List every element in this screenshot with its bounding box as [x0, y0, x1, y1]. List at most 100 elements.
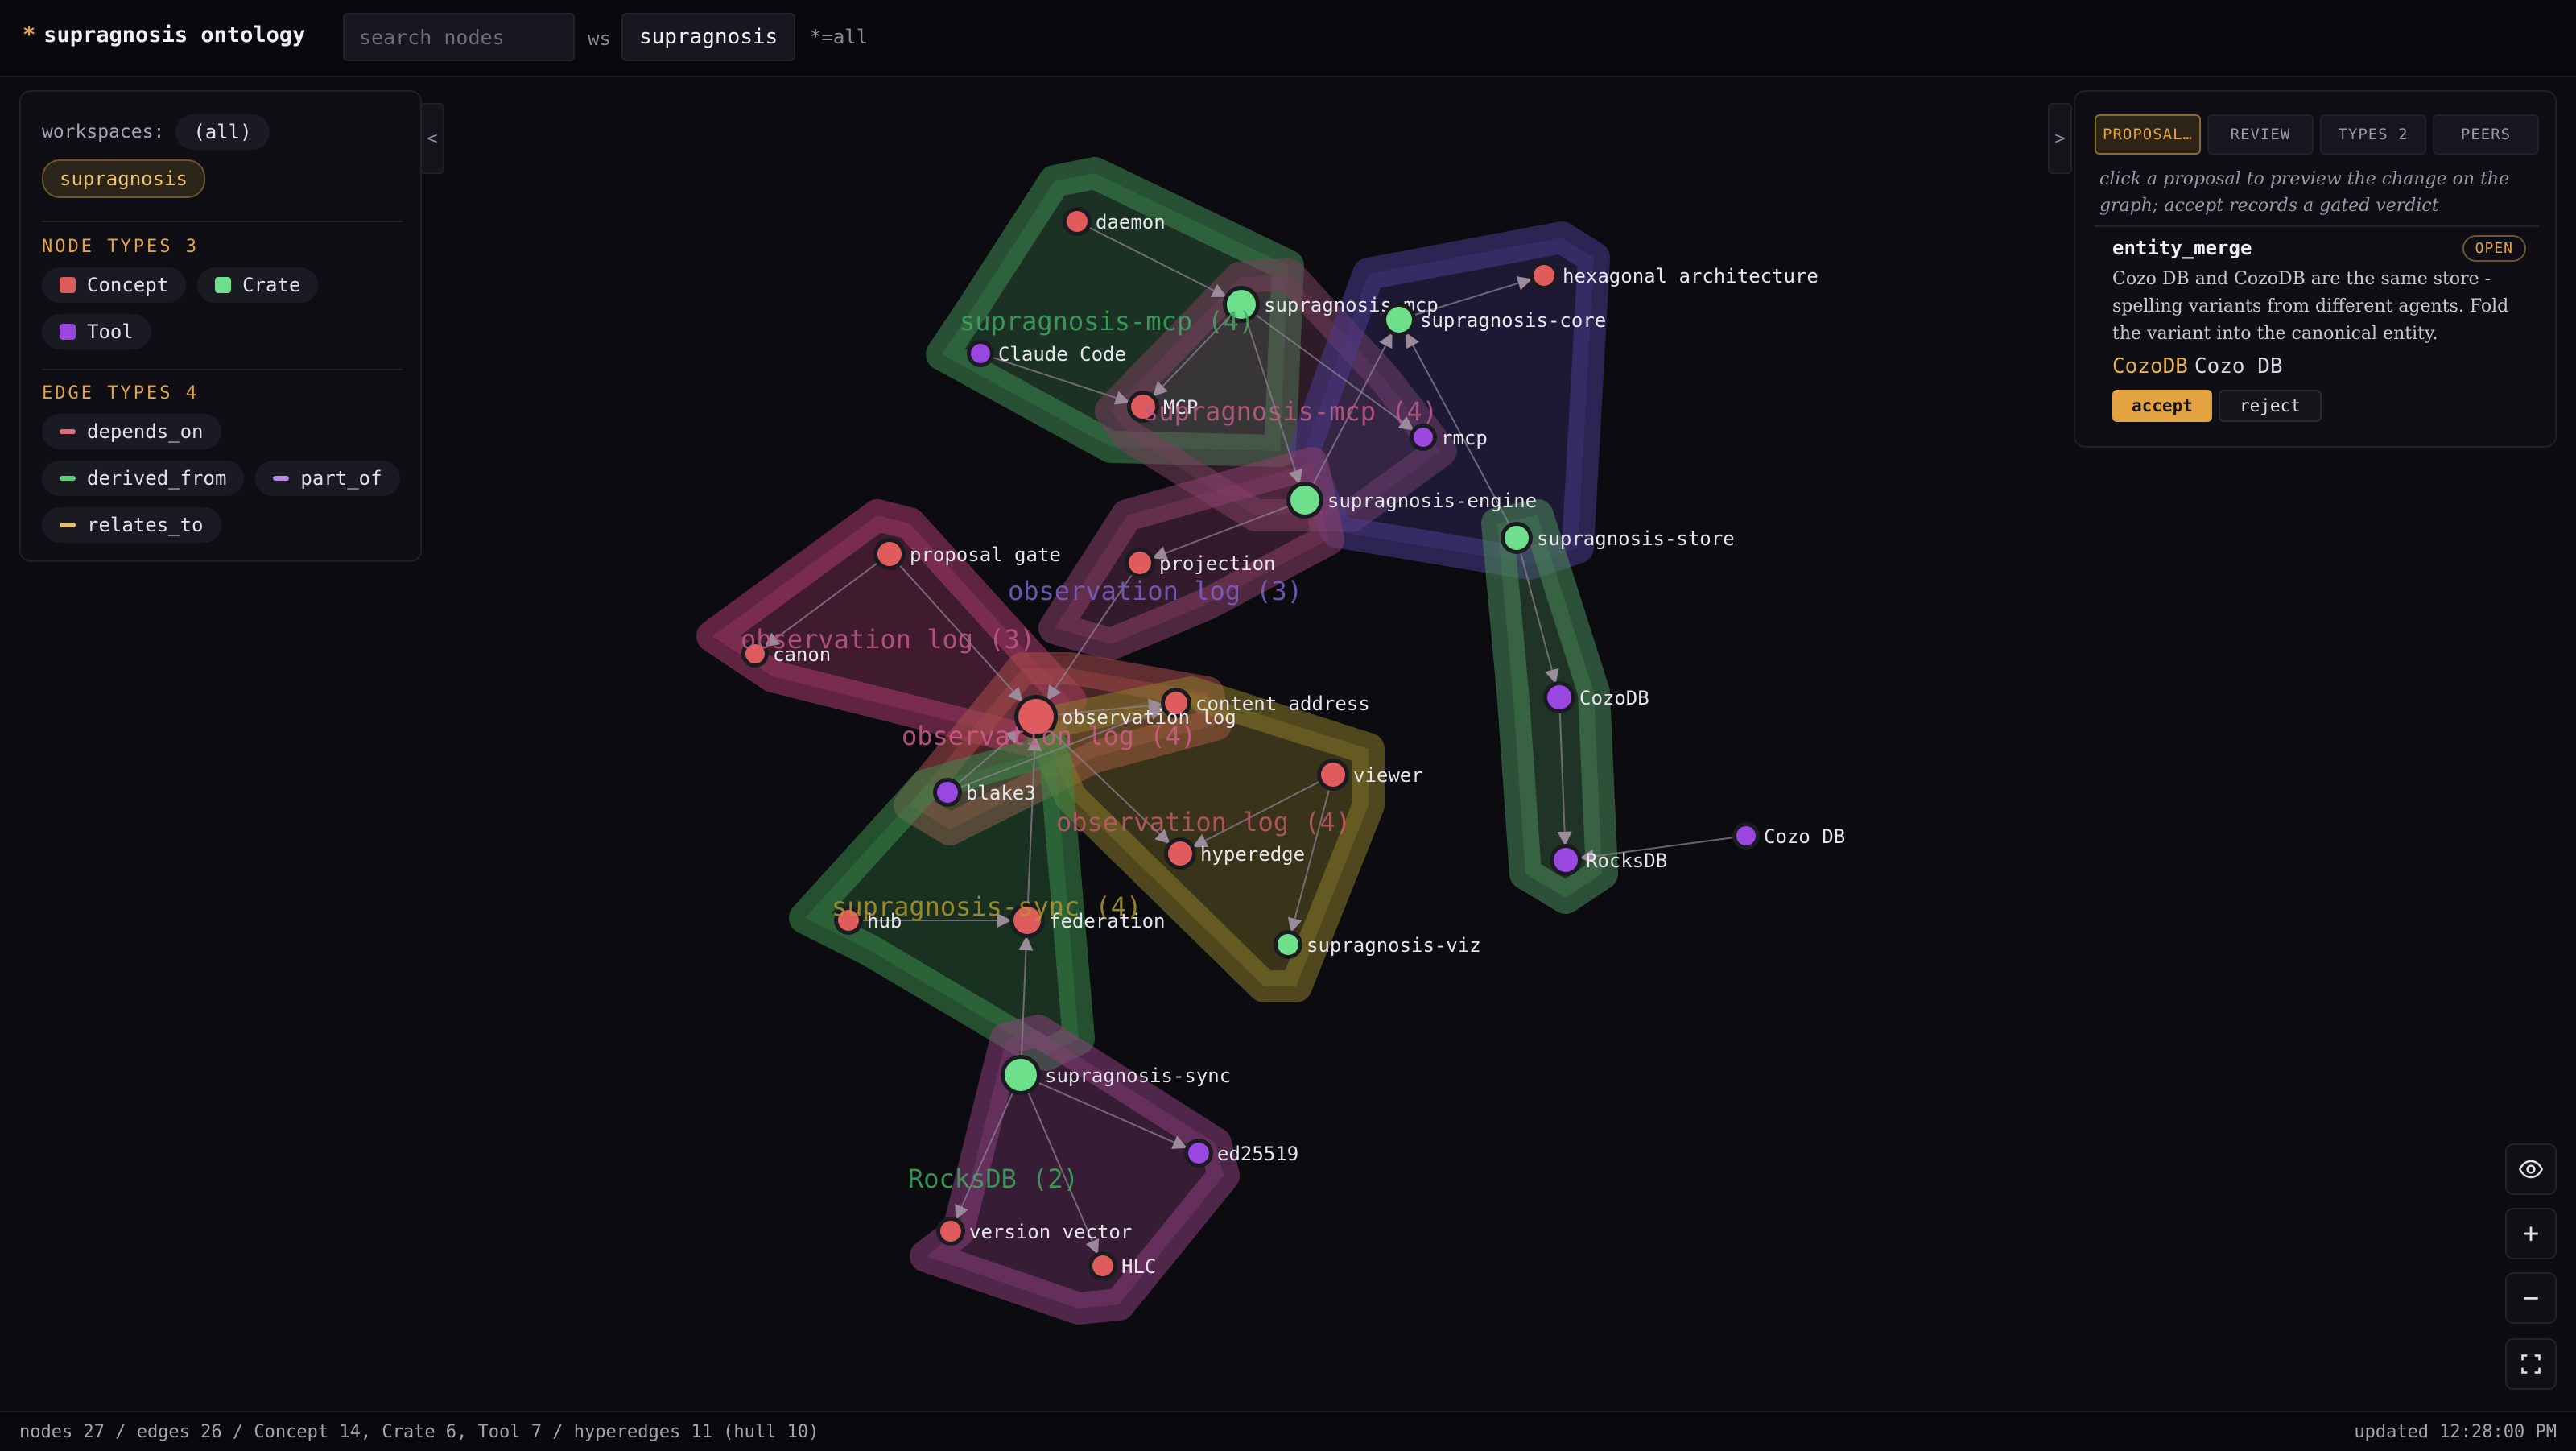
- minus-icon: −: [2522, 1282, 2540, 1314]
- node-dot[interactable]: [1278, 934, 1298, 955]
- toggle-visibility-button[interactable]: [2505, 1143, 2557, 1195]
- node-dot[interactable]: [1414, 428, 1433, 447]
- canonical-entity: CozoDB: [2112, 354, 2188, 378]
- graph-node-hlc[interactable]: HLC: [1088, 1251, 1156, 1280]
- node-label: rmcp: [1441, 427, 1488, 449]
- edge-type-relates-to[interactable]: relates_to: [42, 507, 221, 543]
- node-label: viewer: [1353, 764, 1423, 787]
- hull-label: RocksDB (2): [908, 1164, 1079, 1194]
- proposal-description: Cozo DB and CozoDB are the same store - …: [2112, 269, 2509, 344]
- node-dot[interactable]: [1547, 685, 1571, 709]
- legend-panel: workspaces: (all) supragnosis NODE TYPES…: [19, 90, 422, 562]
- workspace-chip-all[interactable]: (all): [175, 114, 270, 150]
- app-title: * supragnosis ontology: [23, 23, 305, 48]
- node-dot[interactable]: [877, 542, 902, 566]
- edge-type-derived-from[interactable]: derived_from: [42, 461, 245, 496]
- status-badge: OPEN: [2462, 235, 2526, 262]
- variant-entity: Cozo DB: [2194, 354, 2283, 378]
- divider: [42, 221, 402, 222]
- concept-swatch: [60, 277, 76, 293]
- graph-node-daemon[interactable]: daemon: [1063, 207, 1166, 236]
- tool-swatch: [60, 324, 76, 340]
- node-dot[interactable]: [1129, 552, 1151, 574]
- reject-button[interactable]: reject: [2219, 390, 2322, 422]
- node-label: CozoDB: [1579, 687, 1649, 709]
- workspace-chip-supragnosis[interactable]: supragnosis: [42, 159, 205, 198]
- proposals-hint: click a proposal to preview the change o…: [2099, 169, 2510, 216]
- node-dot[interactable]: [1386, 307, 1412, 333]
- tab-types[interactable]: TYPES 2: [2320, 114, 2426, 155]
- node-label: proposal gate: [910, 544, 1061, 566]
- tab-proposals[interactable]: PROPOSAL…: [2095, 114, 2201, 155]
- graph-node-blake3[interactable]: blake3: [933, 778, 1036, 807]
- fit-screen-button[interactable]: [2505, 1338, 2557, 1390]
- zoom-in-button[interactable]: +: [2505, 1208, 2557, 1259]
- graph-node-rmcp[interactable]: rmcp: [1410, 424, 1488, 451]
- edge-type-label: part_of: [300, 467, 382, 490]
- title-mark: *: [23, 23, 36, 48]
- edge-type-depends-on[interactable]: depends_on: [42, 414, 221, 449]
- hull-label: observation log (4): [902, 721, 1196, 751]
- last-updated: updated 12:28:00 PM: [2354, 1422, 2557, 1442]
- node-dot[interactable]: [971, 344, 990, 363]
- node-label: hyperedge: [1200, 843, 1305, 866]
- hull-label: observation log (3): [1008, 576, 1302, 606]
- proposal-kind[interactable]: entity_merge: [2112, 237, 2252, 259]
- node-dot[interactable]: [1067, 211, 1088, 232]
- node-dot[interactable]: [1321, 763, 1345, 787]
- node-type-crate[interactable]: Crate: [197, 267, 319, 303]
- hull-label: observation log (4): [1056, 807, 1351, 837]
- graph-node-ed25519[interactable]: ed25519: [1184, 1139, 1298, 1168]
- hull-label: supragnosis-mcp (4): [1143, 396, 1438, 427]
- node-dot[interactable]: [1005, 1059, 1037, 1091]
- node-type-concept[interactable]: Concept: [42, 267, 187, 303]
- proposals-panel: PROPOSAL… REVIEW TYPES 2 PEERS click a p…: [2074, 90, 2557, 448]
- panel-tabs: PROPOSAL… REVIEW TYPES 2 PEERS: [2095, 114, 2539, 155]
- node-dot[interactable]: [937, 782, 958, 803]
- eye-icon: [2519, 1160, 2543, 1179]
- divider: [2095, 225, 2539, 227]
- node-label: hexagonal architecture: [1563, 265, 1818, 287]
- edge-type-part-of[interactable]: part_of: [255, 461, 400, 496]
- divider: [42, 369, 402, 370]
- workspace-label: ws: [588, 27, 611, 50]
- node-types-title: NODE TYPES 3: [42, 237, 199, 257]
- node-label: blake3: [966, 782, 1036, 804]
- hull-label: observation log (3): [741, 624, 1035, 655]
- node-label: supragnosis-store: [1537, 527, 1735, 550]
- node-type-label: Crate: [242, 274, 301, 296]
- node-type-tool[interactable]: Tool: [42, 314, 151, 349]
- node-dot[interactable]: [1188, 1143, 1209, 1164]
- node-label: daemon: [1096, 211, 1166, 234]
- zoom-out-button[interactable]: −: [2505, 1272, 2557, 1324]
- tab-review[interactable]: REVIEW: [2207, 114, 2314, 155]
- node-dot[interactable]: [1534, 265, 1554, 286]
- node-dot[interactable]: [1554, 848, 1578, 872]
- workspace-input[interactable]: [621, 13, 795, 61]
- node-label: RocksDB: [1586, 850, 1667, 872]
- collapse-left-panel-button[interactable]: <: [420, 103, 444, 174]
- top-bar: * supragnosis ontology ws *=all: [0, 0, 2576, 77]
- node-dot[interactable]: [1092, 1255, 1113, 1276]
- node-dot[interactable]: [1505, 526, 1529, 550]
- hull-label: supragnosis-mcp (4): [960, 306, 1254, 337]
- node-label: supragnosis-sync: [1045, 1064, 1231, 1087]
- node-type-label: Tool: [87, 320, 134, 343]
- graph-node-projection[interactable]: projection: [1125, 548, 1276, 578]
- graph-node-cozo-db[interactable]: Cozo DB: [1732, 822, 1845, 850]
- status-bar: nodes 27 / edges 26 / Concept 14, Crate …: [0, 1411, 2576, 1451]
- edge-type-label: relates_to: [87, 514, 204, 536]
- tab-peers[interactable]: PEERS: [2433, 114, 2539, 155]
- node-label: projection: [1159, 552, 1276, 575]
- node-dot[interactable]: [1168, 841, 1192, 866]
- node-dot[interactable]: [1290, 486, 1319, 515]
- node-dot[interactable]: [1736, 826, 1756, 845]
- workspaces-label: workspaces:: [42, 122, 165, 143]
- derived-from-swatch: [60, 476, 76, 481]
- node-label: version vector: [969, 1221, 1132, 1243]
- node-dot[interactable]: [940, 1221, 961, 1242]
- collapse-right-panel-button[interactable]: >: [2048, 103, 2072, 174]
- graph-node-hexagonal-architecture[interactable]: hexagonal architecture: [1530, 261, 1818, 290]
- accept-button[interactable]: accept: [2112, 390, 2212, 422]
- search-input[interactable]: [343, 13, 575, 61]
